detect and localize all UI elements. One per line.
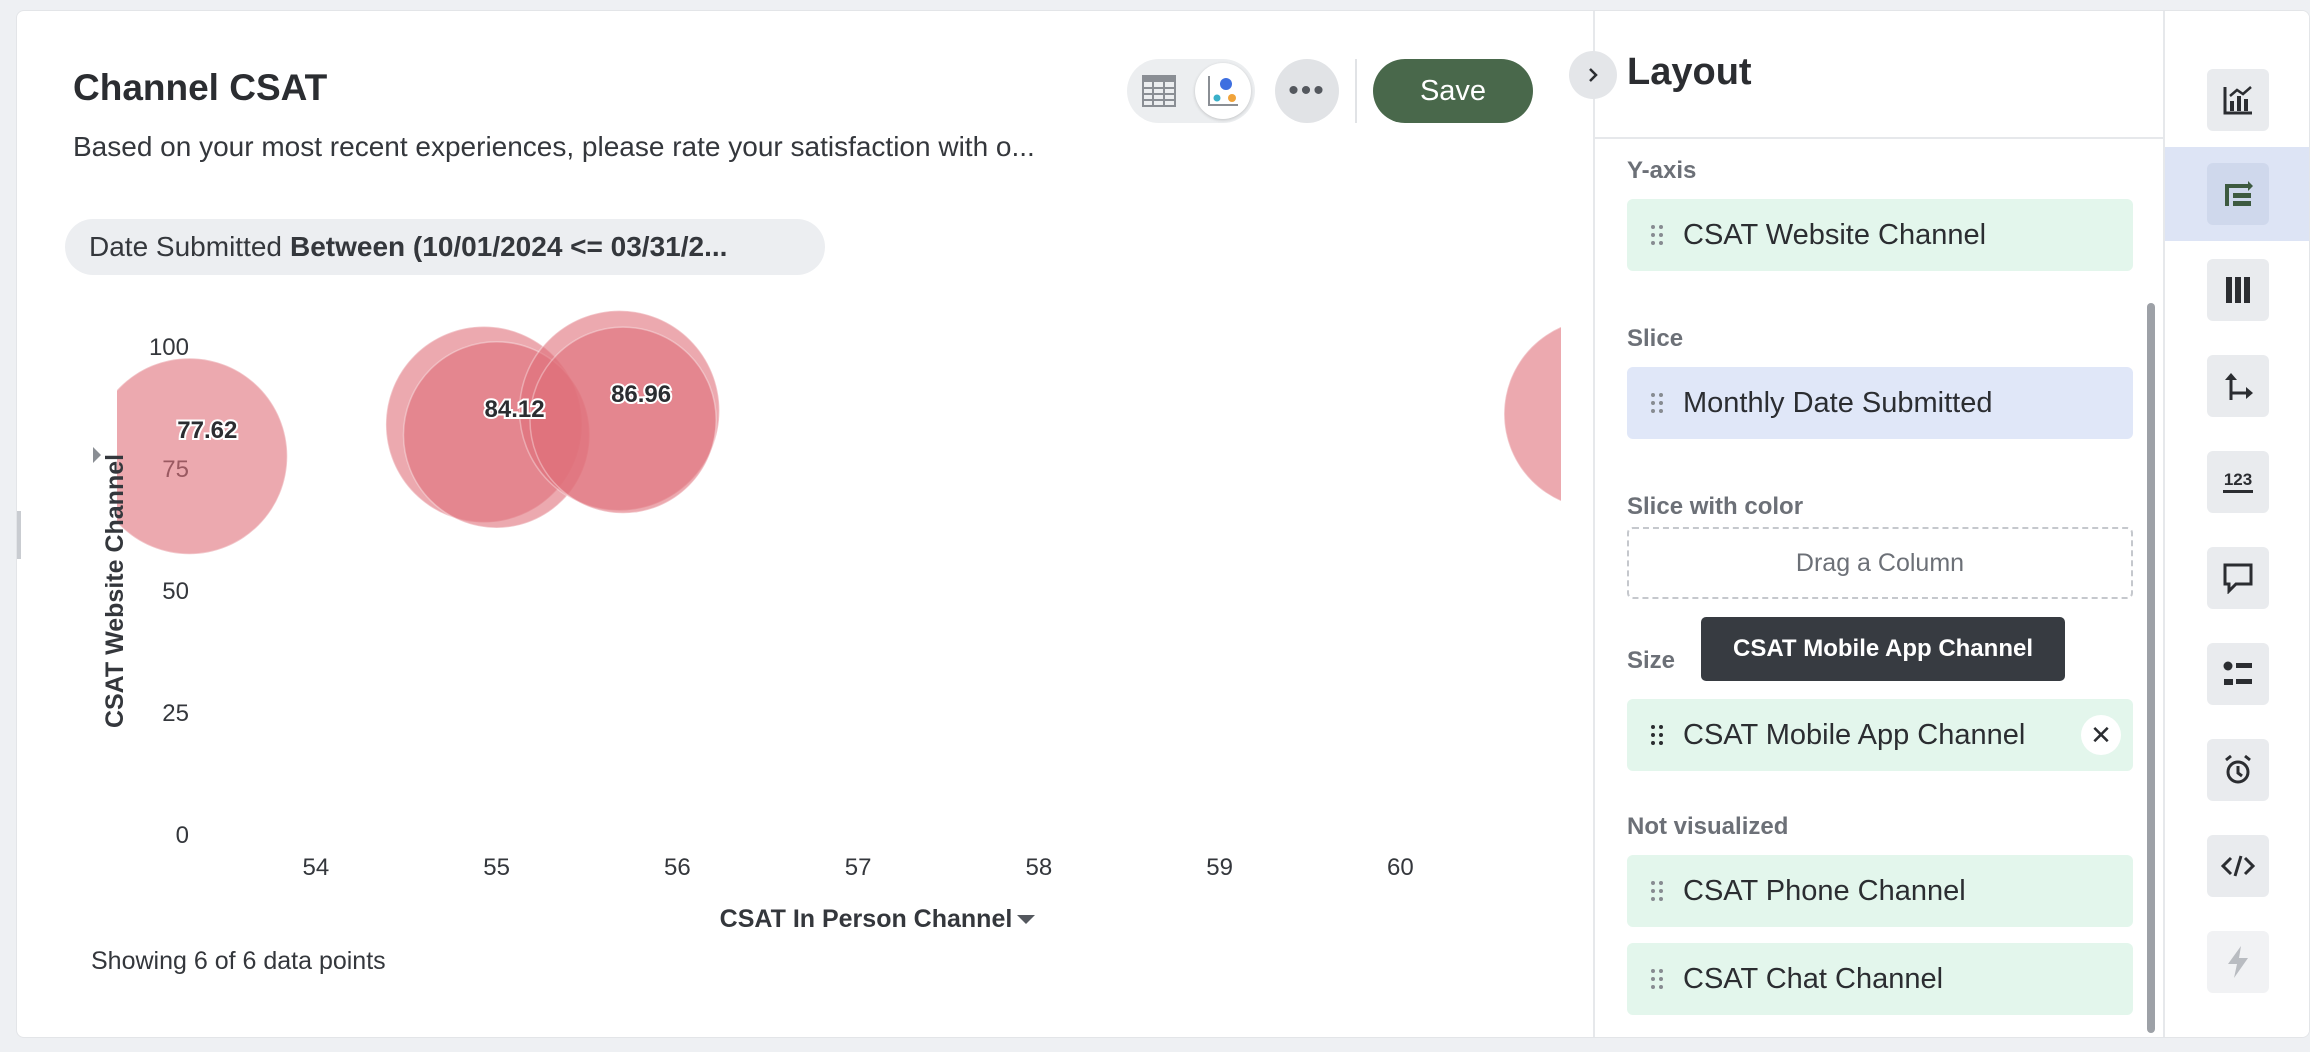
- size-field-tooltip: CSAT Mobile App Channel: [1701, 617, 2065, 681]
- y-axis-field-label: CSAT Website Channel: [1683, 218, 1987, 251]
- rail-layout-button[interactable]: [2165, 147, 2309, 241]
- layout-icon: [2225, 181, 2253, 206]
- columns-icon: [2226, 277, 2250, 303]
- date-filter-pill[interactable]: Date Submitted Between (10/01/2024 <= 03…: [65, 219, 825, 275]
- drag-handle-icon[interactable]: [1651, 725, 1663, 745]
- bubble-data-label: 86.96: [611, 381, 671, 408]
- x-tick-label: 56: [664, 854, 691, 881]
- y-axis-section-label: Y-axis: [1627, 157, 1697, 184]
- rail-chart-type-button[interactable]: [2165, 53, 2309, 147]
- chart-view-button[interactable]: [1195, 63, 1251, 119]
- y-tick-label: 100: [149, 334, 189, 361]
- rail-comment-button[interactable]: [2165, 531, 2309, 625]
- not-visualized-field-label: CSAT Chat Channel: [1683, 962, 1944, 995]
- chart-toolbar: ••• Save: [1127, 59, 1533, 123]
- layout-scrollbar[interactable]: [2147, 303, 2155, 1033]
- view-toggle: [1127, 59, 1255, 123]
- x-tick-label: 57: [845, 854, 872, 881]
- y-axis-field[interactable]: CSAT Website Channel: [1627, 199, 2133, 271]
- layout-panel: Layout Y-axis CSAT Website Channel Slice…: [1569, 11, 2163, 1037]
- x-axis-title[interactable]: CSAT In Person Channel: [720, 905, 1013, 933]
- y-tick-label: 0: [176, 822, 189, 849]
- bubble-chart-icon: [1208, 76, 1238, 106]
- drag-handle-icon[interactable]: [1651, 225, 1663, 245]
- axes-icon: [2225, 373, 2253, 400]
- drag-handle-icon[interactable]: [1651, 881, 1663, 901]
- slice-section-label: Slice: [1627, 325, 1684, 352]
- bubble-point[interactable]: [529, 326, 717, 515]
- y-axis-title[interactable]: CSAT Website Channel: [101, 454, 129, 728]
- x-tick-label: 60: [1387, 854, 1414, 881]
- x-tick-label: 59: [1206, 854, 1233, 881]
- settings-rail: 123: [2163, 11, 2309, 1037]
- x-tick-label: 55: [483, 854, 510, 881]
- rail-lightning-button[interactable]: [2165, 915, 2309, 1009]
- data-points-count: Showing 6 of 6 data points: [91, 947, 386, 975]
- more-options-button[interactable]: •••: [1275, 59, 1339, 123]
- x-tick-label: 54: [302, 854, 329, 881]
- close-icon: ✕: [2090, 719, 2112, 750]
- bubble-point[interactable]: [1503, 319, 1563, 509]
- chart-card: Channel CSAT Based on your most recent e…: [17, 11, 1593, 1037]
- rail-number-format-button[interactable]: 123: [2165, 435, 2309, 529]
- chart-editor: Channel CSAT Based on your most recent e…: [16, 10, 2310, 1038]
- filter-value: Between (10/01/2024 <= 03/31/2...: [290, 231, 728, 262]
- layout-header: Layout: [1595, 11, 2163, 139]
- number-format-icon: 123: [2223, 470, 2253, 493]
- rail-axes-button[interactable]: [2165, 339, 2309, 433]
- bubble-data-label: 84.12: [485, 396, 545, 423]
- legend-list-icon: [2223, 661, 2252, 685]
- layout-title: Layout: [1627, 51, 1752, 93]
- code-icon: [2221, 855, 2255, 877]
- chevron-right-icon: [1589, 68, 1598, 82]
- slice-color-section-label: Slice with color: [1627, 493, 1804, 520]
- comment-icon: [2223, 563, 2253, 594]
- remove-size-field-button[interactable]: ✕: [2081, 715, 2121, 755]
- toolbar-divider: [1355, 59, 1357, 123]
- not-visualized-field[interactable]: CSAT Chat Channel: [1627, 943, 2133, 1015]
- rail-columns-button[interactable]: [2165, 243, 2309, 337]
- x-tick-label: 58: [1025, 854, 1052, 881]
- size-field-label: CSAT Mobile App Channel: [1683, 718, 2026, 751]
- slice-field[interactable]: Monthly Date Submitted: [1627, 367, 2133, 439]
- not-visualized-field[interactable]: CSAT Phone Channel: [1627, 855, 2133, 927]
- chart-type-icon: [2223, 86, 2252, 115]
- rail-code-button[interactable]: [2165, 819, 2309, 913]
- chart-title[interactable]: Channel CSAT: [73, 67, 327, 109]
- not-visualized-field-label: CSAT Phone Channel: [1683, 874, 1966, 907]
- alert-icon: [2225, 754, 2251, 784]
- size-section-label: Size: [1627, 647, 1676, 674]
- more-horizontal-icon: •••: [1288, 74, 1326, 107]
- drag-handle-icon[interactable]: [1651, 393, 1663, 413]
- x-axis-dropdown-icon[interactable]: [1017, 915, 1035, 924]
- y-axis-collapse-arrow[interactable]: [93, 447, 101, 463]
- rail-alert-button[interactable]: [2165, 723, 2309, 817]
- not-visualized-section-label: Not visualized: [1627, 813, 1789, 840]
- lightning-icon: [2228, 946, 2248, 978]
- bubble-data-label: 77.62: [177, 417, 237, 444]
- bubble-chart: 0255075100 54555657585960 77.6284.1286.9…: [93, 309, 1563, 933]
- y-tick-label: 25: [162, 700, 189, 727]
- filter-label: Date Submitted: [89, 231, 282, 262]
- drag-handle-icon[interactable]: [1651, 969, 1663, 989]
- svg-text:123: 123: [2224, 470, 2252, 489]
- chart-subtitle: Based on your most recent experiences, p…: [73, 131, 1035, 162]
- rail-legend-button[interactable]: [2165, 627, 2309, 721]
- slice-color-drop-zone[interactable]: Drag a Column: [1627, 527, 2133, 599]
- table-icon: [1142, 75, 1176, 107]
- collapse-panel-button[interactable]: [1569, 51, 1617, 99]
- size-field[interactable]: CSAT Mobile App Channel ✕: [1627, 699, 2133, 771]
- slice-field-label: Monthly Date Submitted: [1683, 386, 1993, 419]
- y-tick-label: 50: [162, 578, 189, 605]
- table-view-button[interactable]: [1131, 63, 1187, 119]
- save-button[interactable]: Save: [1373, 59, 1533, 123]
